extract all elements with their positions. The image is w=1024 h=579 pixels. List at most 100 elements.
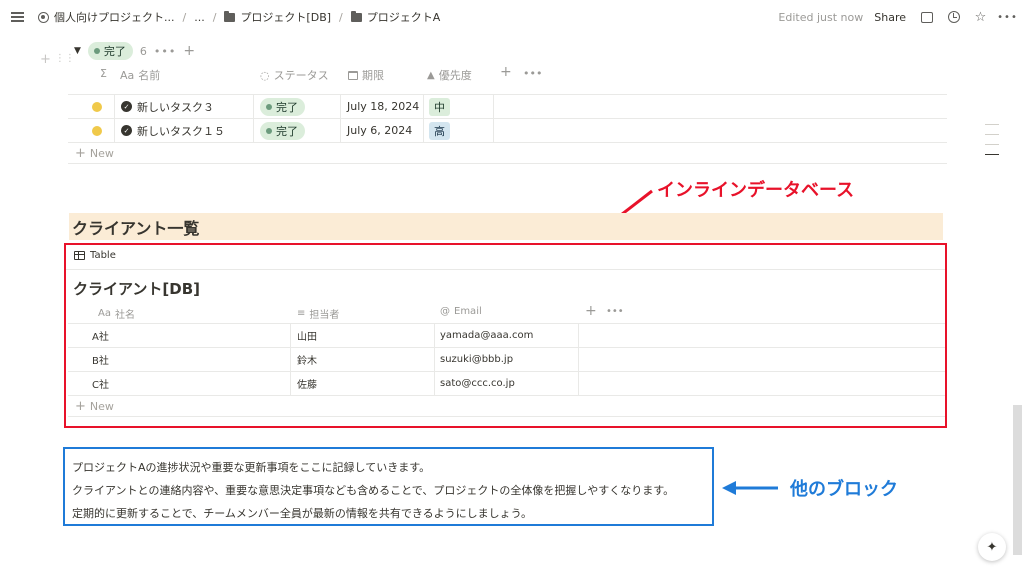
comment-icon[interactable]: [920, 11, 933, 24]
annotation-inline-db: インラインデータベース: [657, 180, 855, 201]
database-title[interactable]: クライアント[DB]: [73, 278, 200, 299]
status-column[interactable]: ◌ ステータス: [260, 67, 329, 83]
group-count: 6: [139, 44, 147, 58]
star-icon[interactable]: ☆: [974, 10, 987, 25]
topbar-actions: Edited just now Share ☆ •••: [778, 0, 1024, 34]
other-blocks-highlight: プロジェクトAの進捗状況や重要な更新事項をここに記録していきます。 クライアント…: [63, 447, 714, 526]
check-icon: ✓: [121, 101, 132, 112]
group-add-icon[interactable]: +: [183, 43, 195, 59]
new-task-row[interactable]: + New: [68, 142, 947, 164]
priority-column[interactable]: ▲ 優先度: [427, 67, 472, 83]
column-more-icon[interactable]: •••: [523, 67, 542, 80]
breadcrumb-label: ...: [194, 10, 205, 24]
smile-icon: [92, 101, 102, 112]
fire-icon: ▲: [427, 69, 435, 81]
task-status[interactable]: 完了: [260, 95, 305, 118]
plus-icon: +: [75, 145, 86, 161]
section-heading[interactable]: クライアント一覧: [69, 213, 943, 240]
paragraph-block[interactable]: 定期的に更新することで、チームメンバー全員が最新の情報を共有できるようにしましょ…: [72, 502, 712, 525]
text-lines-icon: ≡: [297, 308, 306, 319]
calendar-icon: [348, 70, 358, 80]
task-name[interactable]: ✓ 新しいタスク１５: [121, 119, 225, 142]
client-table-header: Aa 社名 ≡ 担当者 @ Email + •••: [68, 303, 945, 323]
text-type-icon: Aa: [98, 308, 111, 319]
breadcrumb-label: プロジェクトA: [366, 11, 441, 24]
add-block-icon[interactable]: +: [40, 52, 51, 67]
status-tag: 完了: [87, 42, 133, 60]
company-cell[interactable]: A社: [92, 324, 109, 347]
view-tab-table[interactable]: Table: [74, 250, 116, 261]
column-label: 社名: [114, 310, 135, 321]
menu-icon[interactable]: [11, 12, 25, 22]
company-cell[interactable]: B社: [92, 348, 109, 371]
column-label: 優先度: [438, 69, 472, 82]
column-label: 名前: [138, 69, 161, 82]
annotation-other-blocks: 他のブロック: [790, 479, 898, 500]
breadcrumb-workspace[interactable]: 個人向けプロジェクト...: [38, 9, 175, 25]
sum-column[interactable]: Σ: [100, 67, 107, 80]
add-column-icon[interactable]: +: [585, 303, 597, 319]
status-icon: ◌: [260, 68, 270, 82]
column-label: 担当者: [309, 310, 340, 321]
email-column[interactable]: @ Email: [440, 306, 482, 317]
breadcrumb-label: プロジェクト[DB]: [240, 11, 332, 24]
breadcrumb: 個人向けプロジェクト... / ... / プロジェクト[DB] / プロジェク…: [0, 9, 440, 25]
add-column-icon[interactable]: +: [500, 64, 512, 80]
breadcrumb-project-a[interactable]: プロジェクトA: [350, 9, 441, 25]
company-cell[interactable]: C社: [92, 372, 109, 395]
breadcrumb-project-db[interactable]: プロジェクト[DB]: [224, 9, 331, 25]
group-more-icon[interactable]: •••: [154, 45, 176, 58]
top-bar: 個人向けプロジェクト... / ... / プロジェクト[DB] / プロジェク…: [0, 0, 1024, 34]
email-cell[interactable]: suzuki@bbb.jp: [440, 348, 513, 371]
scrollbar[interactable]: [1013, 405, 1022, 555]
blue-arrow-icon: [722, 481, 778, 495]
table-row[interactable]: ✓ 新しいタスク３ 完了 July 18, 2024 中: [68, 94, 947, 118]
task-due[interactable]: July 18, 2024: [347, 95, 419, 118]
more-icon[interactable]: •••: [997, 11, 1017, 24]
at-icon: @: [440, 306, 450, 317]
task-priority[interactable]: 高: [429, 119, 450, 142]
task-priority[interactable]: 中: [429, 95, 450, 118]
column-more-icon[interactable]: •••: [606, 306, 624, 317]
task-table-header: Σ Aa 名前 ◌ ステータス 期限 ▲ 優先度 + •••: [68, 64, 947, 85]
table-row[interactable]: ✓ 新しいタスク１５ 完了 July 6, 2024 高: [68, 118, 947, 142]
table-row[interactable]: C社 佐藤 sato@ccc.co.jp: [68, 371, 945, 395]
column-label: 期限: [362, 69, 384, 82]
paragraph-block[interactable]: クライアントとの連絡内容や、重要な意思決定事項なども含めることで、プロジェクトの…: [72, 479, 712, 502]
share-button[interactable]: Share: [874, 11, 906, 24]
column-label: ステータス: [273, 69, 329, 82]
page-outline[interactable]: [985, 124, 999, 164]
task-name[interactable]: ✓ 新しいタスク３: [121, 95, 214, 118]
ai-sparkle-button[interactable]: ✦: [978, 533, 1006, 561]
task-due[interactable]: July 6, 2024: [347, 119, 412, 142]
task-status[interactable]: 完了: [260, 119, 305, 142]
person-cell[interactable]: 山田: [297, 324, 317, 347]
name-column[interactable]: Aa 名前: [120, 67, 160, 83]
person-column[interactable]: ≡ 担当者: [297, 306, 339, 321]
table-row[interactable]: B社 鈴木 suzuki@bbb.jp: [68, 347, 945, 371]
breadcrumb-label: 個人向けプロジェクト...: [54, 11, 175, 24]
smile-icon: [92, 125, 102, 136]
edited-status: Edited just now: [778, 10, 864, 24]
person-cell[interactable]: 佐藤: [297, 372, 317, 395]
sparkle-icon: ✦: [986, 539, 998, 555]
person-cell[interactable]: 鈴木: [297, 348, 317, 371]
text-type-icon: Aa: [120, 68, 135, 82]
email-cell[interactable]: sato@ccc.co.jp: [440, 372, 515, 395]
target-icon: [38, 11, 49, 23]
group-header: ▼ 完了 6 ••• +: [74, 42, 195, 60]
due-column[interactable]: 期限: [348, 67, 384, 83]
row-emoji: [92, 119, 102, 142]
company-column[interactable]: Aa 社名: [98, 306, 135, 321]
breadcrumb-ellipsis[interactable]: ...: [194, 11, 205, 24]
folder-icon: [350, 10, 362, 22]
breadcrumb-separator: /: [339, 10, 343, 24]
check-icon: ✓: [121, 125, 132, 136]
email-cell[interactable]: yamada@aaa.com: [440, 324, 533, 347]
paragraph-block[interactable]: プロジェクトAの進捗状況や重要な更新事項をここに記録していきます。: [72, 456, 712, 479]
table-row[interactable]: A社 山田 yamada@aaa.com: [68, 323, 945, 347]
clock-icon[interactable]: [947, 11, 960, 24]
plus-icon: +: [75, 398, 86, 414]
new-client-row[interactable]: + New: [68, 395, 945, 417]
collapse-triangle-icon[interactable]: ▼: [74, 46, 81, 56]
